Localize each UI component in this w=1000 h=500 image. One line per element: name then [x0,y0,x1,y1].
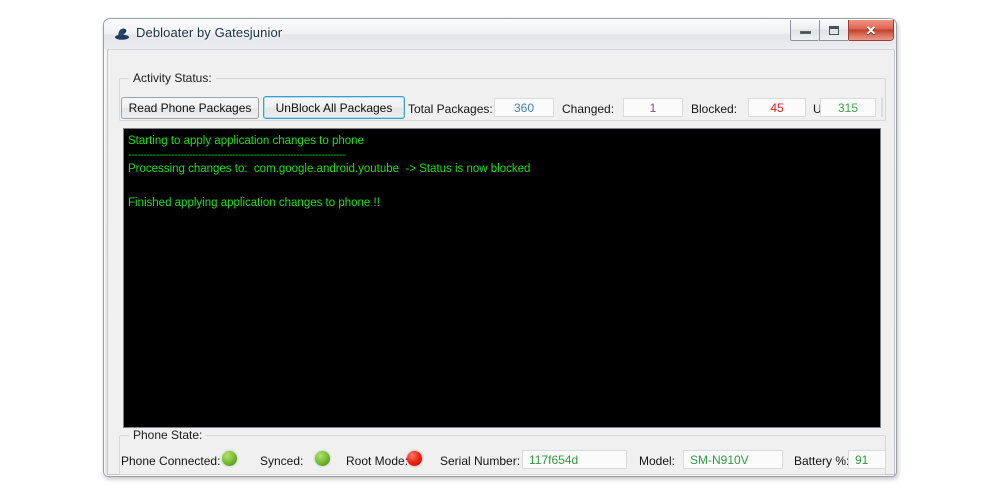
unblock-all-packages-button[interactable]: UnBlock All Packages [263,96,405,119]
synced-label: Synced: [260,454,304,468]
minimize-button[interactable] [790,20,819,41]
total-packages-value: 360 [494,98,554,117]
maximize-icon [820,20,848,40]
log-line: Finished applying application changes to… [128,197,380,209]
window-titlebar[interactable]: Debloater by Gatesjunior ✕ [104,19,896,49]
read-phone-packages-button[interactable]: Read Phone Packages [121,97,259,119]
phone-connected-label: Phone Connected: [121,454,221,468]
window-controls: ✕ [790,20,894,41]
application-window: Debloater by Gatesjunior ✕ Activity Stat… [103,18,897,477]
synced-led-icon [315,451,330,466]
window-client-area: Activity Status: Read Phone Packages UnB… [107,49,895,475]
model-label: Model: [639,454,676,468]
app-hat-icon [114,26,130,42]
close-button[interactable]: ✕ [848,20,894,41]
battery-percent-value: 91 [848,450,886,469]
model-value: SM-N910V [683,450,783,469]
maximize-button[interactable] [819,20,848,41]
root-mode-label: Root Mode: [346,454,409,468]
total-packages-label: Total Packages: [408,102,493,116]
root-mode-led-icon [407,451,422,466]
minimize-icon [791,20,819,40]
battery-percent-label: Battery %: [794,454,850,468]
phone-connected-led-icon [222,451,237,466]
log-line: Processing changes to: com.google.androi… [128,163,531,175]
activity-log-console[interactable]: Starting to apply application changes to… [123,128,881,428]
window-title: Debloater by Gatesjunior [136,25,283,40]
serial-number-value: 117f654d [522,450,627,469]
unblocked-value: 315 [820,98,876,117]
blocked-value: 45 [748,98,806,117]
close-icon: ✕ [865,22,877,38]
log-line: Starting to apply application changes to… [128,135,364,147]
log-line-blank [125,178,880,195]
activity-status-label: Activity Status: [129,71,216,85]
phone-state-label: Phone State: [129,428,207,442]
changed-value: 1 [623,98,683,117]
desktop-background: Debloater by Gatesjunior ✕ Activity Stat… [0,0,1000,500]
blocked-label: Blocked: [691,102,738,116]
changed-label: Changed: [562,102,615,116]
serial-number-label: Serial Number: [440,454,521,468]
log-separator: ----------------------------------------… [128,149,346,161]
